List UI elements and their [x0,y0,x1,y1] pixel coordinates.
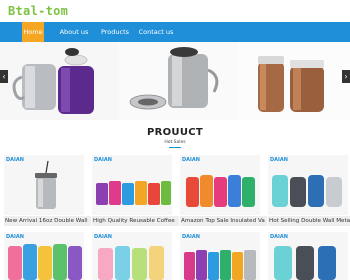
brand-logo: DAIAN [270,157,288,163]
product-title[interactable]: New Arrival 16oz Double Wall [4,216,91,226]
brand-logo: DAIAN [270,234,288,240]
section-title: PROUUCT [146,127,204,138]
section-divider [169,147,181,148]
brand-logo: DAIAN [94,157,112,163]
product-image[interactable] [180,155,260,215]
product-card[interactable]: DAIAN [92,232,172,280]
product-title[interactable]: Amazon Top Sale Insulated Va [180,216,267,226]
hero-slide-2 [118,42,238,120]
hero-carousel: ‹ › [0,42,350,120]
brand-logo: DAIAN [182,234,200,240]
nav-item-contact[interactable]: Contact us [136,22,176,42]
chevron-left-icon: ‹ [2,72,6,81]
main-nav: Home About us Products Contact us [0,22,350,42]
site-logo[interactable]: Btal-tom [8,4,68,18]
nav-item-home[interactable]: Home [22,22,44,42]
brand-logo: DAIAN [6,157,24,163]
nav-item-about[interactable]: About us [56,22,92,42]
product-card[interactable]: DAIAN Hot Selling Double Wall Metal [268,155,350,227]
product-image[interactable] [268,155,348,215]
product-card[interactable]: DAIAN [268,232,348,280]
product-card[interactable]: DAIAN [4,232,84,280]
product-card[interactable]: DAIAN Amazon Top Sale Insulated Va [180,155,267,227]
product-title[interactable]: High Quality Reusable Coffee [92,216,179,226]
product-card[interactable]: DAIAN New Arrival 16oz Double Wall [4,155,91,227]
chevron-right-icon: › [344,72,348,81]
carousel-prev-button[interactable]: ‹ [0,70,8,83]
product-image[interactable] [92,155,172,215]
product-image[interactable] [4,155,84,215]
nav-item-products[interactable]: Products [98,22,132,42]
hero-slide-3 [238,42,350,120]
product-card[interactable]: DAIAN [180,232,260,280]
brand-logo: DAIAN [6,234,24,240]
header: Btal-tom [0,0,350,22]
brand-logo: DAIAN [182,157,200,163]
carousel-next-button[interactable]: › [342,70,350,83]
hero-slide-1 [0,42,118,120]
product-title[interactable]: Hot Selling Double Wall Metal [268,216,350,226]
product-card[interactable]: DAIAN High Quality Reusable Coffee [92,155,179,227]
section-subtitle: Hot Sales [164,140,186,145]
brand-logo: DAIAN [94,234,112,240]
